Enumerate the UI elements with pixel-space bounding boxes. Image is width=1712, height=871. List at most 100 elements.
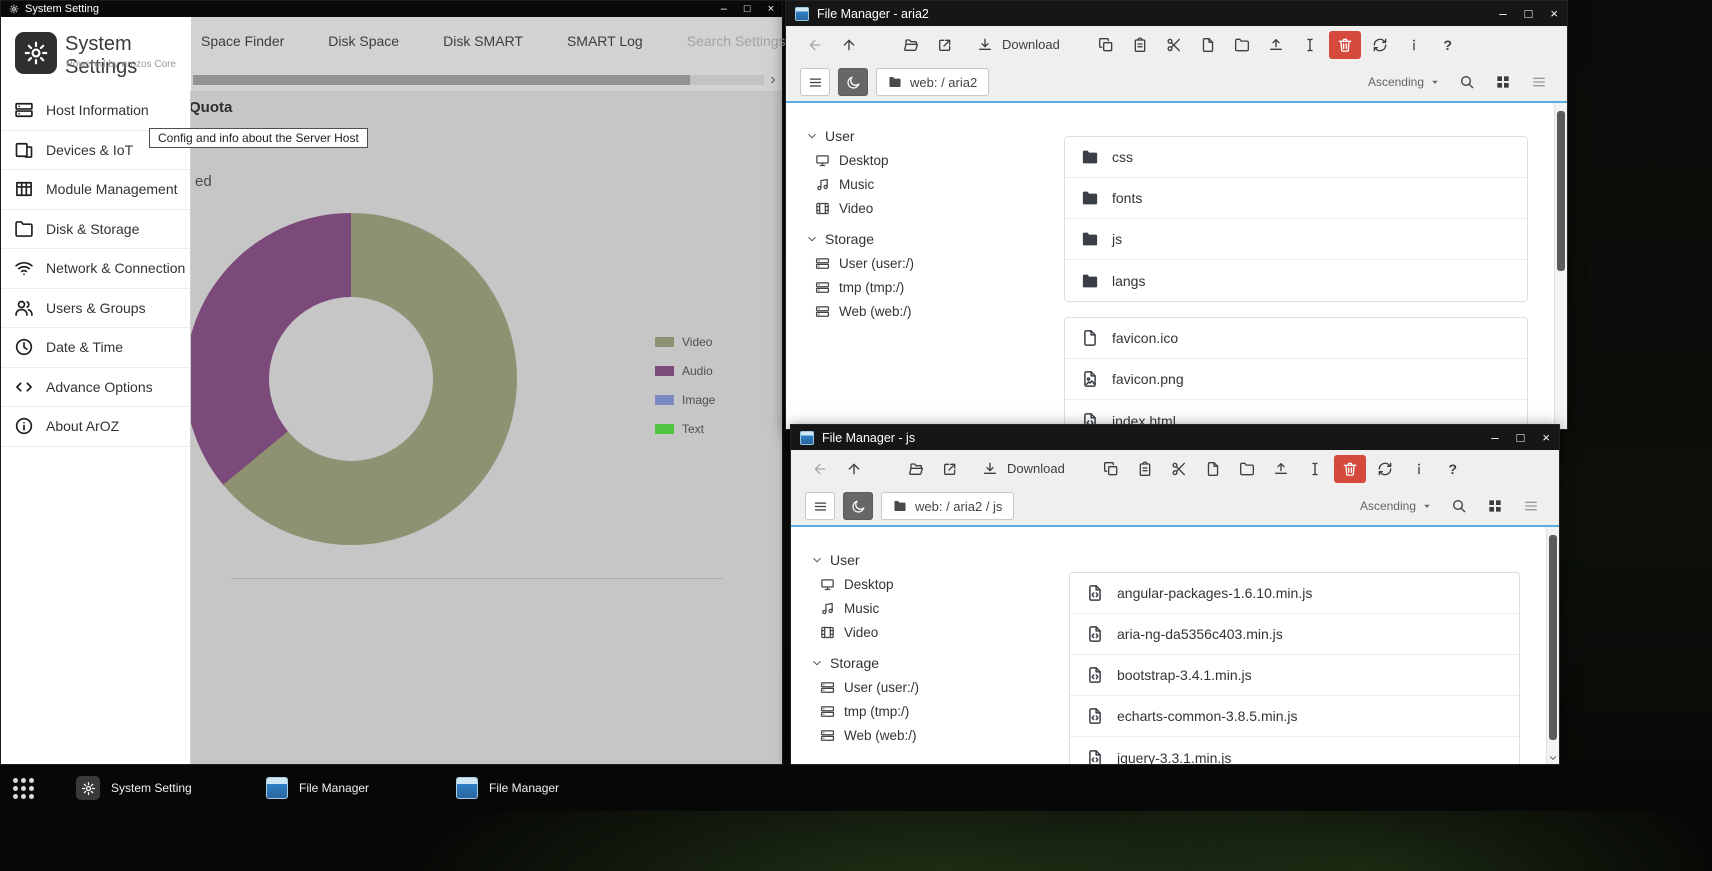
grid-view-button[interactable] <box>1481 492 1509 520</box>
rename-button[interactable] <box>1295 31 1325 59</box>
tree-item-user-drive[interactable]: User (user:/) <box>811 675 1043 699</box>
minimize-button[interactable]: – <box>1499 6 1506 21</box>
tree-item-desktop[interactable]: Desktop <box>806 148 1038 172</box>
tree-item-desktop[interactable]: Desktop <box>811 572 1043 596</box>
hscrollbar-thumb[interactable] <box>193 75 690 85</box>
file-row-js[interactable]: js <box>1065 219 1527 260</box>
up-button[interactable] <box>839 455 869 483</box>
tab-disk-smart[interactable]: Disk SMART <box>443 33 523 49</box>
new-folder-button[interactable] <box>1232 455 1262 483</box>
file-row-favicon-ico[interactable]: favicon.ico <box>1065 318 1527 359</box>
tree-item-tmp-drive[interactable]: tmp (tmp:/) <box>811 699 1043 723</box>
vertical-scrollbar[interactable] <box>1554 103 1567 429</box>
open-in-new-window-button[interactable] <box>935 455 965 483</box>
file-row-bootstrap[interactable]: bootstrap-3.4.1.min.js <box>1070 655 1519 696</box>
file-row-angular[interactable]: angular-packages-1.6.10.min.js <box>1070 573 1519 614</box>
close-button[interactable]: × <box>1542 430 1550 445</box>
theme-toggle-button[interactable] <box>838 68 868 96</box>
sidebar-item-date-time[interactable]: Date & Time <box>1 328 190 368</box>
back-button[interactable] <box>805 455 835 483</box>
legend-item-text[interactable]: Text <box>655 414 715 443</box>
copy-button[interactable] <box>1091 31 1121 59</box>
tree-section-user[interactable]: User <box>806 123 1038 148</box>
tree-item-web-drive[interactable]: Web (web:/) <box>806 299 1038 323</box>
sidebar-item-users-groups[interactable]: Users & Groups <box>1 289 190 329</box>
tab-disk-space[interactable]: Disk Space <box>328 33 399 49</box>
taskbar-item-system-setting[interactable]: System Setting <box>64 771 232 805</box>
tree-item-web-drive[interactable]: Web (web:/) <box>811 723 1043 747</box>
file-row-echarts[interactable]: echarts-common-3.8.5.min.js <box>1070 696 1519 737</box>
properties-button[interactable] <box>1404 455 1434 483</box>
open-in-new-window-button[interactable] <box>930 31 960 59</box>
file-row-css[interactable]: css <box>1065 137 1527 178</box>
sidebar-item-about-aroz[interactable]: About ArOZ <box>1 407 190 447</box>
maximize-button[interactable]: □ <box>1525 6 1533 21</box>
legend-item-audio[interactable]: Audio <box>655 356 715 385</box>
sidebar-item-network-connection[interactable]: Network & Connection <box>1 249 190 289</box>
maximize-button[interactable]: □ <box>1517 430 1525 445</box>
upload-button[interactable] <box>1261 31 1291 59</box>
window-titlebar[interactable]: System Setting – □ × <box>1 1 782 17</box>
sidebar-item-module-management[interactable]: Module Management <box>1 170 190 210</box>
new-folder-button[interactable] <box>1227 31 1257 59</box>
file-row-langs[interactable]: langs <box>1065 260 1527 301</box>
tree-item-user-drive[interactable]: User (user:/) <box>806 251 1038 275</box>
window-titlebar[interactable]: File Manager - aria2 – □ × <box>786 1 1567 26</box>
tree-item-music[interactable]: Music <box>806 172 1038 196</box>
paste-button[interactable] <box>1125 31 1155 59</box>
minimize-button[interactable]: – <box>1491 430 1498 445</box>
cut-button[interactable] <box>1159 31 1189 59</box>
refresh-button[interactable] <box>1370 455 1400 483</box>
breadcrumb[interactable]: web: / aria2 <box>876 68 989 96</box>
legend-item-image[interactable]: Image <box>655 385 715 414</box>
tabbar-scroll-right-button[interactable] <box>767 74 779 86</box>
file-row-jquery[interactable]: jquery-3.3.1.min.js <box>1070 737 1519 764</box>
download-button[interactable]: Download <box>969 455 1078 483</box>
tabbar-hscrollbar[interactable] <box>193 75 764 85</box>
cut-button[interactable] <box>1164 455 1194 483</box>
tree-section-storage[interactable]: Storage <box>806 226 1038 251</box>
grid-view-button[interactable] <box>1489 68 1517 96</box>
list-view-button[interactable] <box>1517 492 1545 520</box>
delete-button[interactable] <box>1334 455 1366 483</box>
tree-section-user[interactable]: User <box>811 547 1043 572</box>
help-button[interactable]: ? <box>1433 31 1463 59</box>
maximize-button[interactable]: □ <box>744 3 751 15</box>
tree-section-storage[interactable]: Storage <box>811 650 1043 675</box>
app-launcher-button[interactable] <box>8 773 38 803</box>
open-folder-button[interactable] <box>896 31 926 59</box>
list-view-button[interactable] <box>1525 68 1553 96</box>
file-row-favicon-png[interactable]: favicon.png <box>1065 359 1527 400</box>
sort-dropdown[interactable]: Ascending <box>1360 499 1437 513</box>
new-file-button[interactable] <box>1198 455 1228 483</box>
rename-button[interactable] <box>1300 455 1330 483</box>
minimize-button[interactable]: – <box>721 3 727 15</box>
close-button[interactable]: × <box>1550 6 1558 21</box>
tab-space-finder[interactable]: Space Finder <box>201 33 284 49</box>
paste-button[interactable] <box>1130 455 1160 483</box>
tree-item-video[interactable]: Video <box>806 196 1038 220</box>
sidebar-item-host-information[interactable]: Host Information <box>1 91 190 131</box>
upload-button[interactable] <box>1266 455 1296 483</box>
legend-item-video[interactable]: Video <box>655 327 715 356</box>
scrollbar-thumb[interactable] <box>1549 535 1557 740</box>
vertical-scrollbar[interactable] <box>1546 527 1559 764</box>
delete-button[interactable] <box>1329 31 1361 59</box>
help-button[interactable]: ? <box>1438 455 1468 483</box>
menu-button[interactable] <box>805 492 835 520</box>
scrollbar-thumb[interactable] <box>1557 111 1565 271</box>
tree-item-tmp-drive[interactable]: tmp (tmp:/) <box>806 275 1038 299</box>
file-row-aria-ng[interactable]: aria-ng-da5356c403.min.js <box>1070 614 1519 655</box>
properties-button[interactable] <box>1399 31 1429 59</box>
refresh-button[interactable] <box>1365 31 1395 59</box>
open-folder-button[interactable] <box>901 455 931 483</box>
tree-item-music[interactable]: Music <box>811 596 1043 620</box>
up-button[interactable] <box>834 31 864 59</box>
menu-button[interactable] <box>800 68 830 96</box>
breadcrumb[interactable]: web: / aria2 / js <box>881 492 1014 520</box>
window-titlebar[interactable]: File Manager - js – □ × <box>791 425 1559 450</box>
copy-button[interactable] <box>1096 455 1126 483</box>
search-button[interactable] <box>1445 492 1473 520</box>
sidebar-item-disk-storage[interactable]: Disk & Storage <box>1 210 190 250</box>
tab-smart-log[interactable]: SMART Log <box>567 33 643 49</box>
